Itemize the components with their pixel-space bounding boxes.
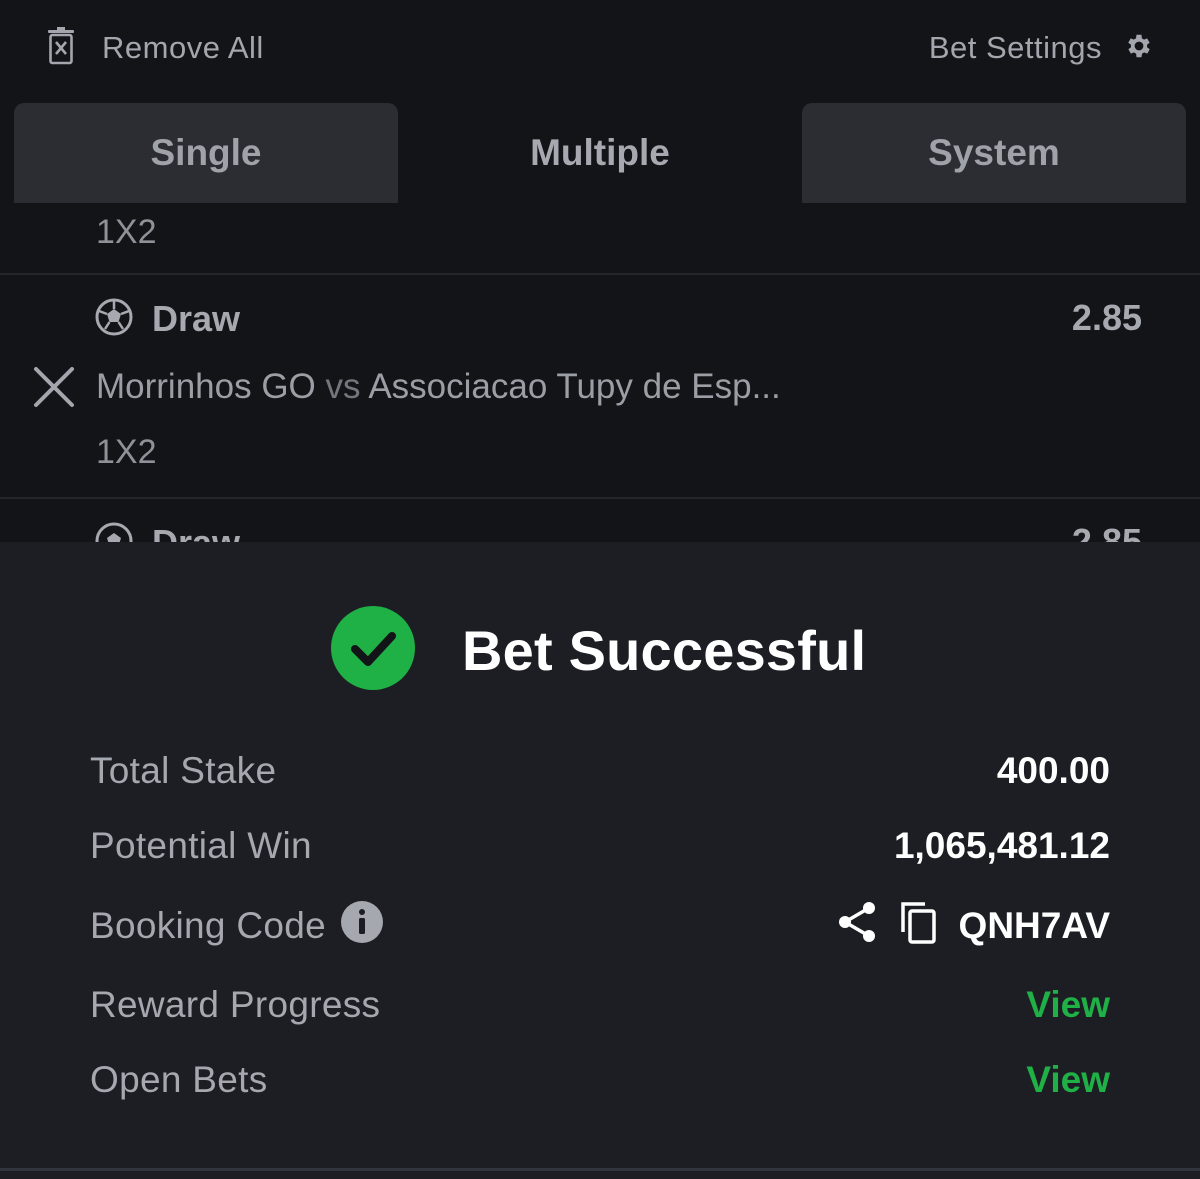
reward-progress-row: Reward Progress View [90,980,1110,1030]
remove-all-button[interactable]: Remove All [46,26,264,70]
market-label: 1X2 [96,433,157,471]
remove-all-label: Remove All [102,30,264,65]
copy-icon[interactable] [899,900,937,953]
open-bets-row: Open Bets View [90,1055,1110,1105]
reward-progress-label: Reward Progress [90,984,381,1025]
match-name: Morrinhos GO vs Associacao Tupy de Esp..… [96,367,781,407]
away-team: Associacao Tupy de Esp... [368,367,781,406]
total-stake-value: 400.00 [996,750,1110,791]
bet-type-tabs: Single Multiple System [14,103,1186,203]
list-item: Draw 2.85 [0,499,1200,543]
check-circle-icon [330,605,416,696]
total-stake-row: Total Stake 400.00 [90,746,1110,796]
top-bar: Remove All Bet Settings [0,0,1200,100]
potential-win-value: 1,065,481.12 [893,825,1110,866]
pick-label: Draw [152,298,241,339]
odds-value: 2.85 [1071,521,1142,543]
success-header: Bet Successful [330,605,867,692]
trash-icon [46,26,76,70]
vs-label: vs [325,367,361,406]
success-title: Bet Successful [462,618,867,682]
bet-success-panel: Bet Successful Total Stake 400.00 Potent… [0,542,1200,1179]
potential-win-row: Potential Win 1,065,481.12 [90,821,1110,871]
tab-system[interactable]: System [802,103,1186,203]
pick-row: Draw [94,297,240,341]
reward-progress-view-link[interactable]: View [1026,984,1110,1026]
booking-code-label: Booking Code [90,905,327,946]
soccer-ball-icon [94,297,134,342]
close-icon[interactable] [32,365,76,409]
info-icon[interactable] [340,900,384,953]
divider [0,1168,1200,1171]
total-stake-label: Total Stake [90,750,277,791]
odds-value: 2.85 [1071,297,1142,338]
home-team: Morrinhos GO [96,367,316,406]
booking-code-row: Booking Code QNH7AV [90,900,1110,953]
gear-icon [1124,31,1154,66]
bet-settings-button[interactable]: Bet Settings [929,26,1154,70]
list-item: 1X2 [0,203,1200,275]
share-icon[interactable] [837,901,877,952]
open-bets-label: Open Bets [90,1059,268,1100]
soccer-ball-icon [94,521,134,543]
booking-code-value-group: QNH7AV [837,900,1110,953]
bet-settings-label: Bet Settings [928,30,1102,65]
tab-multiple[interactable]: Multiple [408,103,792,203]
pick-label: Draw [152,522,241,543]
potential-win-label: Potential Win [90,825,312,866]
tab-single[interactable]: Single [14,103,398,203]
booking-code-value: QNH7AV [958,905,1110,946]
booking-code-label-group: Booking Code [90,900,384,953]
open-bets-view-link[interactable]: View [1026,1059,1110,1101]
market-label: 1X2 [96,213,157,251]
list-item: Draw 2.85 Morrinhos GO vs Associacao Tup… [0,275,1200,499]
selections-list: 1X2 Draw 2.85 Morrinhos GO vs Associacao… [0,203,1200,543]
pick-row: Draw [94,521,240,543]
